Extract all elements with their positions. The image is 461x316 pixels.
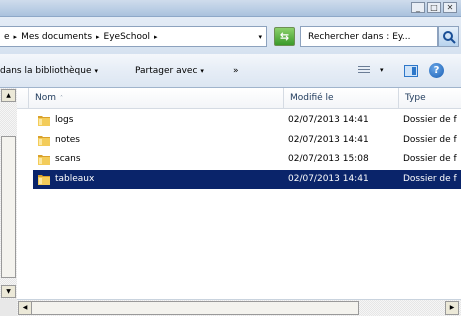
file-name: logs bbox=[55, 115, 74, 125]
file-name: scans bbox=[55, 154, 81, 164]
scroll-up-icon[interactable]: ▲ bbox=[1, 89, 16, 102]
preview-pane-button[interactable] bbox=[404, 65, 418, 77]
breadcrumb-separator-icon[interactable]: ▸ bbox=[14, 33, 18, 41]
share-with-label: Partager avec bbox=[135, 66, 198, 76]
window-controls: _ □ ✕ bbox=[411, 2, 457, 13]
refresh-button[interactable]: ⇆ bbox=[274, 27, 295, 46]
file-type: Dossier de f bbox=[403, 174, 457, 184]
more-commands-button[interactable]: » bbox=[233, 66, 239, 76]
folder-icon bbox=[37, 172, 51, 186]
file-type: Dossier de f bbox=[403, 115, 457, 125]
search-button[interactable] bbox=[438, 26, 459, 47]
address-row: e ▸ Mes documents ▸ EyeSchool ▸ ▾ ⇆ Rech… bbox=[0, 17, 461, 54]
file-modified: 02/07/2013 14:41 bbox=[288, 115, 369, 125]
breadcrumb-separator-icon[interactable]: ▸ bbox=[96, 33, 100, 41]
refresh-icon: ⇆ bbox=[279, 30, 290, 43]
file-modified: 02/07/2013 14:41 bbox=[288, 174, 369, 184]
details-view-icon bbox=[358, 64, 370, 75]
chevron-down-icon: ▾ bbox=[200, 67, 204, 75]
file-type: Dossier de f bbox=[403, 154, 457, 164]
file-modified: 02/07/2013 14:41 bbox=[288, 135, 369, 145]
scroll-down-icon[interactable]: ▼ bbox=[1, 285, 16, 298]
folder-icon bbox=[37, 133, 51, 147]
column-header-name[interactable]: Nom ˄ bbox=[29, 88, 284, 109]
breadcrumb-eyeschool[interactable]: EyeSchool bbox=[104, 32, 150, 42]
horizontal-scrollbar-thumb[interactable] bbox=[31, 301, 359, 315]
scrollbar-corner bbox=[0, 299, 17, 316]
column-name-label: Nom bbox=[35, 93, 57, 103]
scrollbar-thumb[interactable] bbox=[1, 136, 16, 278]
header-spacer bbox=[17, 88, 29, 109]
file-name: notes bbox=[55, 135, 80, 145]
close-button[interactable]: ✕ bbox=[443, 2, 457, 13]
address-dropdown-icon[interactable]: ▾ bbox=[258, 33, 262, 41]
folder-icon bbox=[37, 152, 51, 166]
sort-ascending-icon: ˄ bbox=[60, 95, 64, 102]
column-header-type[interactable]: Type bbox=[399, 88, 461, 109]
breadcrumb-root[interactable]: e bbox=[4, 32, 10, 42]
address-bar[interactable]: e ▸ Mes documents ▸ EyeSchool ▸ ▾ bbox=[0, 26, 267, 47]
command-bar: dans la bibliothèque ▾ Partager avec ▾ » ▾… bbox=[0, 54, 461, 88]
minimize-button[interactable]: _ bbox=[411, 2, 425, 13]
file-row[interactable]: tableaux 02/07/2013 14:41 Dossier de f bbox=[33, 170, 461, 189]
breadcrumb-mes-documents[interactable]: Mes documents bbox=[21, 32, 92, 42]
maximize-button[interactable]: □ bbox=[427, 2, 441, 13]
include-in-library-label: dans la bibliothèque bbox=[0, 66, 92, 76]
column-header-modified[interactable]: Modifié le bbox=[284, 88, 399, 109]
file-type: Dossier de f bbox=[403, 135, 457, 145]
search-input[interactable]: Rechercher dans : Ey... bbox=[300, 26, 438, 47]
file-row[interactable]: notes 02/07/2013 14:41 Dossier de f bbox=[33, 131, 461, 150]
folder-icon bbox=[37, 113, 51, 127]
view-options-dropdown[interactable]: ▾ bbox=[380, 66, 384, 74]
scroll-left-icon[interactable]: ◀ bbox=[18, 301, 32, 315]
column-headers: Nom ˄ Modifié le Type bbox=[17, 88, 461, 109]
file-list: Nom ˄ Modifié le Type logs 02/07/2013 14:4… bbox=[17, 88, 461, 299]
navigation-pane: ▲ ▼ bbox=[0, 88, 17, 299]
search-icon bbox=[443, 31, 456, 44]
scroll-right-icon[interactable]: ▶ bbox=[445, 301, 459, 315]
share-with-button[interactable]: Partager avec ▾ bbox=[135, 66, 204, 76]
file-row[interactable]: logs 02/07/2013 14:41 Dossier de f bbox=[33, 111, 461, 130]
file-name: tableaux bbox=[55, 174, 95, 184]
breadcrumb-separator-icon[interactable]: ▸ bbox=[154, 33, 158, 41]
include-in-library-button[interactable]: dans la bibliothèque ▾ bbox=[0, 66, 98, 76]
file-row[interactable]: scans 02/07/2013 15:08 Dossier de f bbox=[33, 150, 461, 169]
file-modified: 02/07/2013 15:08 bbox=[288, 154, 369, 164]
title-bar: _ □ ✕ bbox=[0, 0, 461, 17]
help-button[interactable]: ? bbox=[429, 63, 444, 78]
chevron-down-icon: ▾ bbox=[94, 67, 99, 75]
horizontal-scrollbar[interactable]: ◀ ▶ bbox=[17, 299, 461, 316]
navigation-scrollbar[interactable]: ▲ ▼ bbox=[0, 88, 17, 299]
